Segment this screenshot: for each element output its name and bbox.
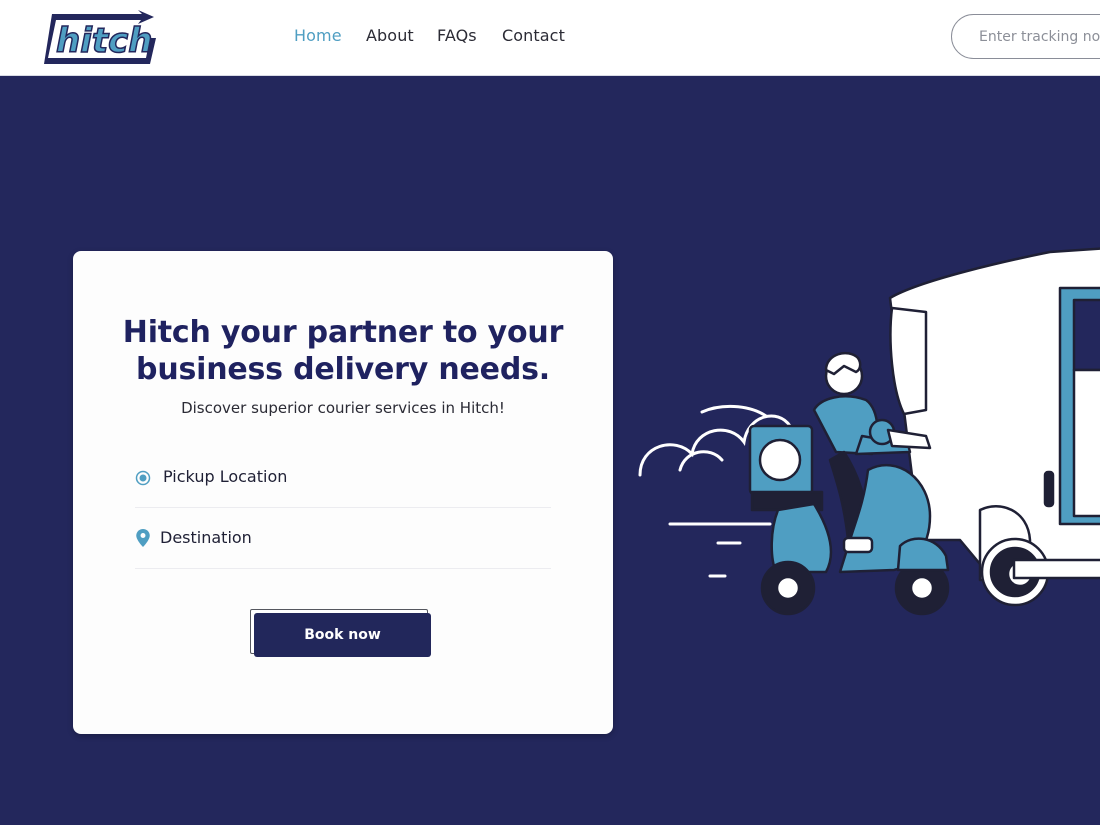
tracking-number-input[interactable] bbox=[951, 14, 1100, 59]
pickup-location-label: Pickup Location bbox=[163, 467, 288, 486]
nav-home-link[interactable]: Home bbox=[294, 26, 342, 45]
destination-label: Destination bbox=[160, 528, 252, 547]
map-pin-icon bbox=[136, 529, 150, 547]
logo-text: hitch bbox=[56, 21, 152, 61]
destination-field[interactable]: Destination bbox=[135, 521, 551, 569]
nav-about-link[interactable]: About bbox=[366, 26, 414, 45]
hitch-logo[interactable]: hitch bbox=[42, 8, 164, 66]
radio-target-icon bbox=[135, 470, 151, 486]
pickup-location-field[interactable]: Pickup Location bbox=[135, 457, 551, 508]
hero-subheadline: Discover superior courier services in Hi… bbox=[181, 399, 505, 417]
nav-contact-link[interactable]: Contact bbox=[502, 26, 565, 45]
delivery-scooter-illustration bbox=[638, 247, 1100, 616]
hero-headline: Hitch your partner to your business deli… bbox=[73, 314, 613, 388]
nav-faqs-link[interactable]: FAQs bbox=[437, 26, 477, 45]
hero-headline-line-2: business delivery needs. bbox=[136, 352, 550, 387]
site-header: hitch Home About FAQs Contact bbox=[0, 0, 1100, 76]
book-now-button[interactable]: Book now bbox=[254, 613, 431, 657]
speed-lines bbox=[668, 522, 772, 578]
hero-headline-line-1: Hitch your partner to your bbox=[122, 315, 564, 350]
booking-card: Hitch your partner to your business deli… bbox=[73, 251, 613, 734]
